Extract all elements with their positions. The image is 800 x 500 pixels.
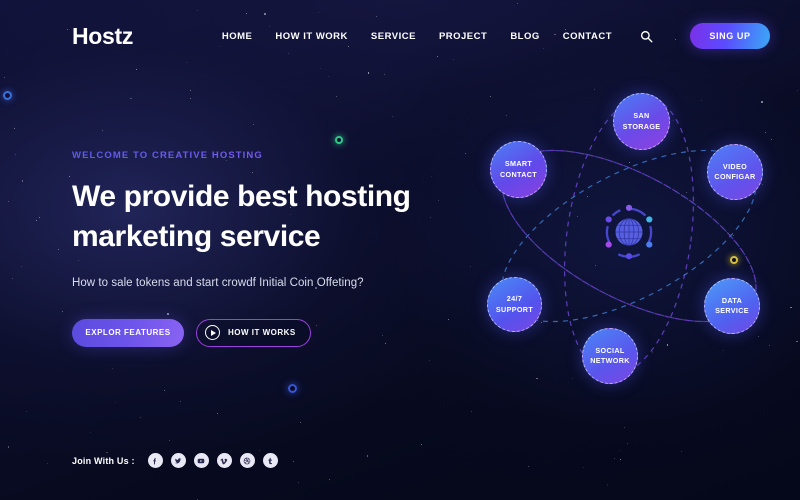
node-data-line1: DATA <box>721 295 743 305</box>
node-smart-line1: SMART <box>504 159 533 169</box>
node-social-line2: NETWORK <box>590 356 630 365</box>
social-links: Join With Us : <box>72 453 278 468</box>
page-title: We provide best hosting marketing servic… <box>72 177 472 257</box>
nav-item-contact[interactable]: CONTACT <box>563 31 612 42</box>
atom-node-san-storage[interactable]: SAN STORAGE <box>613 93 670 150</box>
node-san-line2: STORAGE <box>622 121 661 131</box>
search-icon[interactable] <box>637 27 655 45</box>
nav-item-project[interactable]: PROJECT <box>439 31 487 42</box>
node-video-line1: VIDEO <box>722 161 748 171</box>
decorative-circle-green <box>335 136 343 144</box>
hero-title-line-2: marketing service <box>72 219 321 253</box>
node-data-line2: SERVICE <box>715 306 749 315</box>
atom-node-support[interactable]: 24/7 SUPPORT <box>487 277 542 332</box>
vimeo-icon[interactable] <box>216 453 232 468</box>
play-icon <box>205 325 220 341</box>
tumblr-icon[interactable] <box>262 453 278 468</box>
main-navigation: HOME HOW IT WORK SERVICE PROJECT BLOG CO… <box>222 23 770 49</box>
facebook-icon[interactable] <box>147 453 163 468</box>
atom-node-data-service[interactable]: DATA SERVICE <box>704 278 760 334</box>
social-label: Join With Us : <box>72 455 135 466</box>
explore-features-button[interactable]: EXPLOR FEATURES <box>72 318 184 347</box>
hero-subtitle: How to sale tokens and start crowdf Init… <box>72 276 364 289</box>
youtube-icon[interactable] <box>193 453 209 468</box>
decorative-circle-blue-left <box>3 91 12 100</box>
node-support-line2: SUPPORT <box>495 304 534 314</box>
twitter-icon[interactable] <box>170 453 186 468</box>
site-header: Hostz HOME HOW IT WORK SERVICE PROJECT B… <box>0 0 800 72</box>
atom-node-social-network[interactable]: SOCIAL NETWORK <box>582 328 638 384</box>
atom-node-video-configar[interactable]: VIDEO CONFIGAR <box>707 144 763 200</box>
hero-title-line-1: We provide best hosting <box>72 180 411 213</box>
how-it-works-button[interactable]: HOW IT WORKS <box>196 318 311 347</box>
node-social-line1: SOCIAL <box>595 345 625 355</box>
decorative-circle-blue-bottom <box>288 384 297 393</box>
nav-item-service[interactable]: SERVICE <box>371 31 416 42</box>
nav-item-home[interactable]: HOME <box>222 31 253 42</box>
landing-page: Hostz HOME HOW IT WORK SERVICE PROJECT B… <box>0 0 800 500</box>
how-it-works-label: HOW IT WORKS <box>228 328 296 338</box>
hero-section: WELCOME TO CREATIVE HOSTING We provide b… <box>72 150 472 347</box>
hero-cta-row: EXPLOR FEATURES HOW IT WORKS <box>72 318 472 347</box>
sign-up-button[interactable]: SING UP <box>690 23 770 49</box>
hero-eyebrow: WELCOME TO CREATIVE HOSTING <box>72 150 472 161</box>
atom-network-graphic: SAN STORAGE VIDEO CONFIGAR DATA SERVICE … <box>470 78 790 408</box>
globe-icon <box>600 203 658 261</box>
atom-node-smart-contact[interactable]: SMART CONTACT <box>490 141 547 198</box>
node-san-line1: SAN <box>633 111 650 121</box>
dribbble-icon[interactable] <box>239 453 255 468</box>
node-video-line2: CONFIGAR <box>714 172 756 181</box>
node-smart-line2: CONTACT <box>499 169 538 179</box>
logo[interactable]: Hostz <box>72 23 133 50</box>
node-support-line1: 24/7 <box>506 294 523 304</box>
nav-item-how-it-work[interactable]: HOW IT WORK <box>275 31 348 42</box>
nav-item-blog[interactable]: BLOG <box>510 31 539 42</box>
